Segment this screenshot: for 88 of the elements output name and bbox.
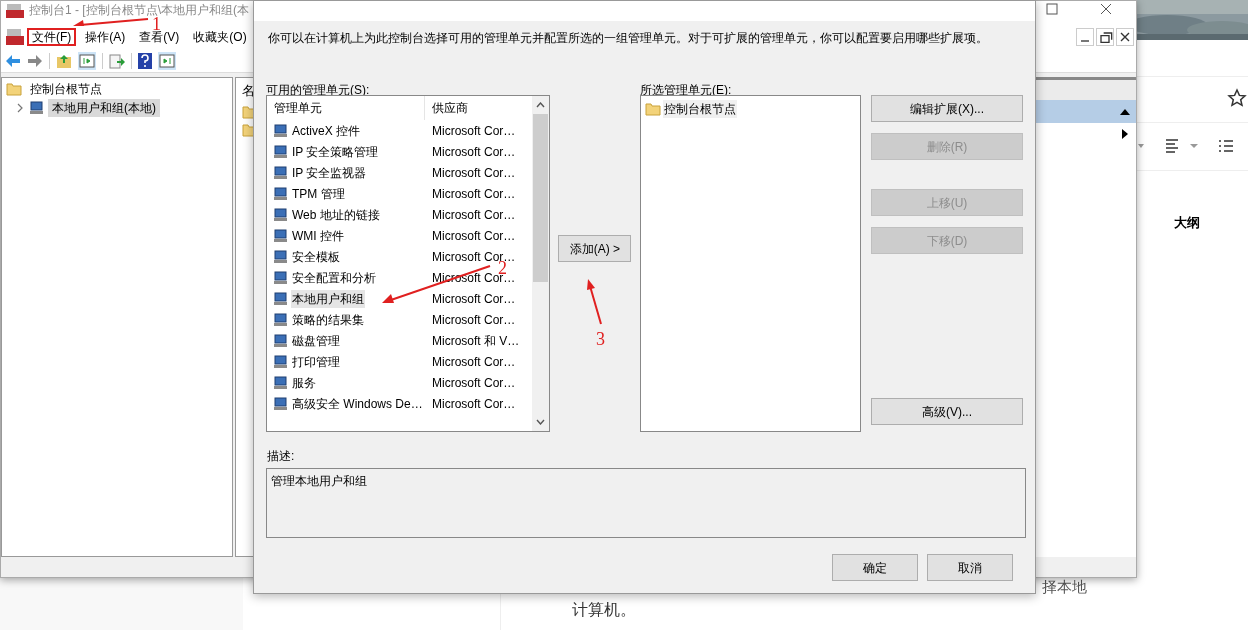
toolbox-icon	[5, 28, 25, 46]
snap-in-name[interactable]: 磁盘管理	[291, 331, 341, 350]
caret-icon[interactable]	[1138, 143, 1144, 149]
snap-in-icon	[272, 353, 288, 370]
snap-in-name[interactable]: 安全配置和分析	[291, 268, 377, 287]
list-icon[interactable]	[1218, 138, 1234, 154]
vendor-cell-text: Microsoft Cor…	[431, 122, 516, 140]
chevron-icon[interactable]	[16, 102, 24, 113]
snap-in-icon	[272, 122, 288, 139]
vendor-cell-text: Microsoft Cor…	[431, 164, 516, 182]
export-icon[interactable]	[109, 52, 125, 69]
restore-icon[interactable]	[1096, 28, 1114, 46]
vendor-cell-text: Microsoft Cor…	[431, 143, 516, 161]
intro-text: 你可以在计算机上为此控制台选择可用的管理单元并配置所选的一组管理单元。对于可扩展的管理单元，你可以配置要启用哪些扩展项。	[268, 30, 989, 47]
maximize-icon[interactable]	[1046, 3, 1058, 15]
cancel-button[interactable]: 取消	[927, 554, 1013, 581]
vendor-cell-text: Microsoft Cor…	[431, 311, 516, 329]
minimize-icon[interactable]	[1076, 28, 1094, 46]
snap-in-icon	[272, 206, 288, 223]
snap-in-name[interactable]: 打印管理	[291, 352, 341, 371]
snap-in-icon	[272, 332, 288, 349]
snap-in-icon	[272, 269, 288, 286]
column-header[interactable]: 管理单元	[267, 96, 425, 120]
snap-in-name[interactable]: 策略的结果集	[291, 310, 365, 329]
snap-in-name[interactable]: TPM 管理	[291, 184, 346, 203]
folder-icon	[6, 81, 22, 96]
menu-item[interactable]: 操作(A)	[80, 28, 131, 46]
scrollbar[interactable]	[531, 96, 549, 431]
vendor-cell-text: Microsoft Cor…	[431, 227, 516, 245]
window-title: 控制台1 - [控制台根节点\本地用户和组(本	[29, 4, 249, 16]
pane-toggle-icon[interactable]	[78, 51, 96, 70]
menu-item[interactable]: 文件(F)	[27, 28, 77, 46]
snap-in-name[interactable]: ActiveX 控件	[291, 121, 361, 140]
tree-item[interactable]: 本地用户和组(本地)	[48, 98, 160, 117]
snap-in-icon	[272, 248, 288, 265]
annotation-number: 3	[596, 330, 605, 348]
ok-button[interactable]: 确定	[832, 554, 918, 581]
snap-in-icon	[272, 185, 288, 202]
scroll-thumb[interactable]	[532, 114, 548, 282]
vendor-cell-text: Microsoft Cor…	[431, 206, 516, 224]
star-icon[interactable]	[1227, 88, 1247, 108]
vendor-cell-text: Microsoft Cor…	[431, 395, 516, 413]
snap-in-icon	[272, 311, 288, 328]
snap-in-icon	[272, 164, 288, 181]
vendor-cell-text: Microsoft Cor…	[431, 353, 516, 371]
side-button[interactable]: 编辑扩展(X)...	[871, 95, 1023, 122]
vendor-cell-text: Microsoft Cor…	[431, 290, 516, 308]
snap-in-icon	[272, 227, 288, 244]
description-label: 描述:	[267, 448, 296, 465]
snap-in-name[interactable]: IP 安全监视器	[291, 163, 368, 182]
snap-in-name[interactable]: 高级安全 Windows De…	[291, 394, 424, 413]
snap-in-icon	[28, 99, 44, 116]
folder-up-icon[interactable]	[56, 52, 72, 69]
tree-item[interactable]: 控制台根节点	[26, 79, 106, 98]
collapse-icon[interactable]	[1120, 108, 1130, 115]
snap-in-name[interactable]: WMI 控件	[291, 226, 345, 245]
annotation-arrow	[584, 278, 604, 326]
add-button[interactable]: 添加(A) >	[558, 235, 632, 262]
description-text: 管理本地用户和组	[271, 474, 367, 488]
scroll-up-icon[interactable]	[535, 102, 545, 108]
advanced-button[interactable]: 高级(V)...	[871, 398, 1023, 425]
snap-in-icon	[272, 374, 288, 391]
outline-title: 大纲	[1174, 214, 1200, 232]
help-icon[interactable]	[138, 52, 152, 69]
close-icon[interactable]	[1100, 3, 1112, 15]
expand-arrow-icon[interactable]	[1122, 129, 1128, 139]
vendor-cell-text: Microsoft 和 V…	[431, 332, 520, 350]
forward-arrow-icon[interactable]	[27, 53, 43, 68]
scroll-down-icon[interactable]	[535, 419, 545, 425]
selected-snap-in[interactable]: 控制台根节点	[663, 100, 738, 118]
snap-in-name[interactable]: Web 地址的链接	[291, 205, 381, 224]
menu-item[interactable]: 收藏夹(O)	[188, 28, 252, 46]
snap-in-name[interactable]: 服务	[291, 373, 317, 392]
snap-in-icon	[272, 143, 288, 160]
column-header[interactable]: 供应商	[425, 96, 532, 120]
folder-icon	[645, 102, 662, 116]
snap-in-name[interactable]: 安全模板	[291, 247, 341, 266]
snap-in-icon	[272, 290, 288, 307]
vendor-cell-text: Microsoft Cor…	[431, 374, 516, 392]
pane-toggle-icon[interactable]	[158, 51, 176, 70]
body-text: 计算机。	[572, 600, 636, 620]
snap-in-icon	[272, 395, 288, 412]
body-text: 择本地	[1042, 579, 1087, 595]
snap-in-name[interactable]: 本地用户和组	[291, 289, 365, 308]
vendor-cell-text: Microsoft Cor…	[431, 185, 516, 203]
snap-in-name[interactable]: IP 安全策略管理	[291, 142, 380, 161]
back-arrow-icon[interactable]	[5, 53, 21, 68]
toolbox-icon	[5, 3, 25, 19]
